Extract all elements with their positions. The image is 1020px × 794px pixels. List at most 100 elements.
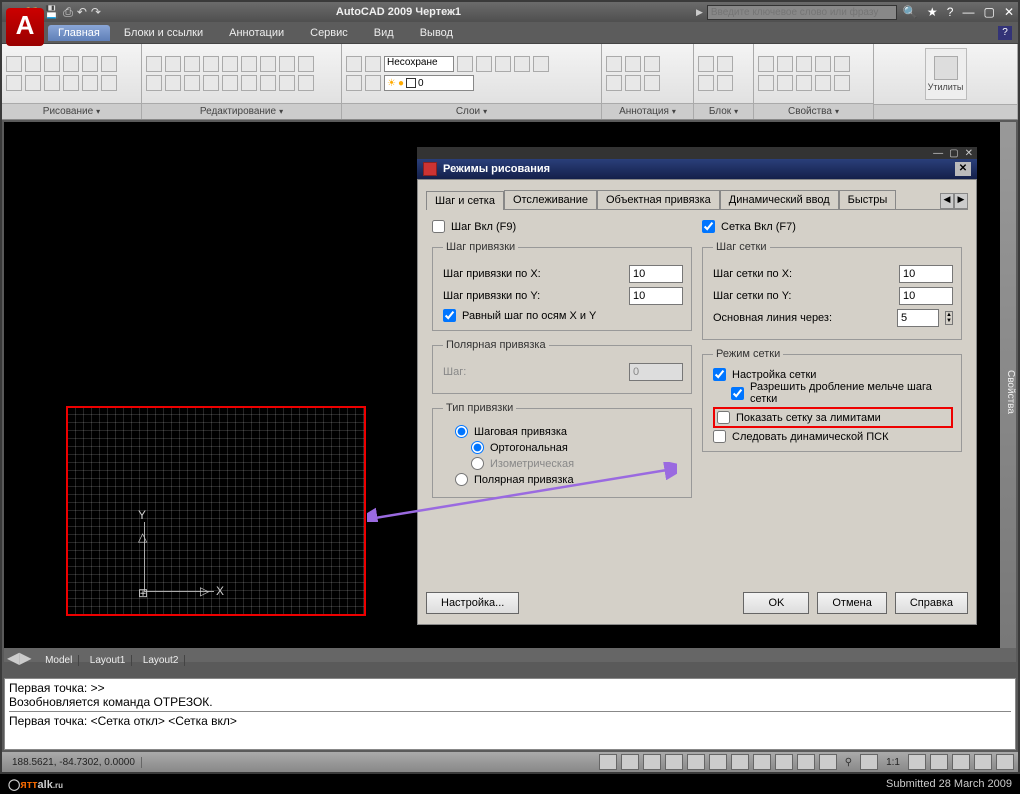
spinner-down-icon[interactable]: ▼ [946, 318, 952, 324]
menu-blocks[interactable]: Блоки и ссылки [112, 25, 215, 41]
tab-quick[interactable]: Быстры [839, 190, 897, 209]
panel-edit[interactable]: Редактирование▾ [142, 103, 341, 119]
dlg-close2-icon[interactable]: ✕ [965, 148, 973, 159]
properties-palette-tab[interactable]: Свойства [1000, 122, 1016, 662]
field-icon[interactable] [644, 75, 660, 91]
match-icon[interactable] [758, 75, 774, 91]
break-icon[interactable] [260, 75, 276, 91]
menu-view[interactable]: Вид [362, 25, 406, 41]
region-icon[interactable] [82, 75, 98, 91]
tab-nav-icon[interactable]: ◀▶ [4, 650, 35, 667]
panel-props[interactable]: Свойства▾ [754, 103, 873, 119]
ortho-toggle-icon[interactable] [643, 754, 661, 770]
hatch-icon[interactable] [25, 75, 41, 91]
tab-snap-grid[interactable]: Шаг и сетка [426, 191, 504, 210]
ellipse-icon[interactable] [6, 75, 22, 91]
ltype-icon[interactable] [796, 56, 812, 72]
copy-icon[interactable] [165, 56, 181, 72]
show-grid-beyond-limits-checkbox[interactable]: Показать сетку за лимитами [717, 411, 949, 424]
prop5-icon[interactable] [834, 75, 850, 91]
layertool2-icon[interactable] [365, 75, 381, 91]
help-search-input[interactable] [707, 5, 897, 20]
dialog-close-icon[interactable]: ✕ [955, 162, 971, 176]
search-icon[interactable]: 🔍 [903, 5, 918, 19]
layermatch-icon[interactable] [514, 56, 530, 72]
redo-icon[interactable]: ↷ [91, 5, 101, 20]
save-icon[interactable]: 💾 [44, 5, 59, 20]
offset-icon[interactable] [222, 75, 238, 91]
tab-scroll-right-icon[interactable]: ▶ [954, 193, 968, 209]
layeriso-icon[interactable] [365, 56, 381, 72]
tab-home[interactable]: Главная [48, 25, 110, 41]
otrack-toggle-icon[interactable] [709, 754, 727, 770]
stretch-icon[interactable] [279, 56, 295, 72]
explode-icon[interactable] [165, 75, 181, 91]
menu-output[interactable]: Вывод [408, 25, 465, 41]
scale-icon[interactable] [260, 56, 276, 72]
grid-x-input[interactable] [899, 265, 953, 283]
model-toggle-icon[interactable] [819, 754, 837, 770]
grid-toggle-icon[interactable] [621, 754, 639, 770]
fillet-icon[interactable] [184, 75, 200, 91]
dlg-max-icon[interactable]: ▢ [949, 148, 958, 159]
join-icon[interactable] [241, 75, 257, 91]
grid-y-input[interactable] [899, 287, 953, 305]
grid-major-input[interactable] [897, 309, 939, 327]
prop3-icon[interactable] [796, 75, 812, 91]
snap-x-input[interactable] [629, 265, 683, 283]
align-icon[interactable] [279, 75, 295, 91]
lweight-icon[interactable] [815, 56, 831, 72]
leader-icon[interactable] [606, 75, 622, 91]
ok-button[interactable]: OK [743, 592, 809, 614]
toolbar-lock-icon[interactable] [952, 754, 970, 770]
tab-track[interactable]: Отслеживание [504, 190, 597, 209]
mtext-icon[interactable] [625, 56, 641, 72]
arc-icon[interactable] [44, 56, 60, 72]
help-icon[interactable]: ? [998, 26, 1012, 40]
scale-readout[interactable]: 1:1 [882, 757, 904, 768]
trim-icon[interactable] [203, 56, 219, 72]
cancel-button[interactable]: Отмена [817, 592, 886, 614]
menu-service[interactable]: Сервис [298, 25, 360, 41]
dlg-min-icon[interactable]: — [933, 148, 943, 159]
polar-toggle-icon[interactable] [665, 754, 683, 770]
table-icon[interactable] [625, 75, 641, 91]
minimize-icon[interactable]: — [962, 5, 974, 19]
color-icon[interactable] [758, 56, 774, 72]
panel-block[interactable]: Блок▾ [694, 103, 753, 119]
grid-on-checkbox[interactable]: Сетка Вкл (F7) [702, 220, 962, 233]
erase-icon[interactable] [146, 75, 162, 91]
layerstate-combo[interactable]: Несохране [384, 56, 454, 72]
snap-toggle-icon[interactable] [599, 754, 617, 770]
layertool-icon[interactable] [346, 75, 362, 91]
equal-xy-checkbox[interactable]: Равный шаг по осям X и Y [443, 309, 683, 322]
annovis-icon[interactable] [908, 754, 926, 770]
tab-osnap[interactable]: Объектная привязка [597, 190, 720, 209]
spline-icon[interactable] [63, 75, 79, 91]
print-icon[interactable]: ⎙ [63, 5, 73, 20]
subdivide-grid-checkbox[interactable]: Разрешить дробление мельче шага сетки [731, 381, 953, 405]
rect-icon[interactable] [82, 56, 98, 72]
snap-on-checkbox[interactable]: Шаг Вкл (F9) [432, 220, 692, 233]
point-icon[interactable] [44, 75, 60, 91]
dim-icon[interactable] [644, 56, 660, 72]
panel-annot[interactable]: Аннотация▾ [602, 103, 693, 119]
layerprop-icon[interactable] [346, 56, 362, 72]
type-step-radio[interactable]: Шаговая привязка [455, 425, 683, 438]
ws-icon[interactable] [930, 754, 948, 770]
layerfreeze-icon[interactable] [457, 56, 473, 72]
maximize-icon[interactable]: ▢ [984, 5, 995, 19]
move-icon[interactable] [146, 56, 162, 72]
line-icon[interactable] [6, 56, 22, 72]
chamfer-icon[interactable] [203, 75, 219, 91]
extend-icon[interactable] [222, 56, 238, 72]
insert-icon[interactable] [698, 56, 714, 72]
hw-accel-icon[interactable] [974, 754, 992, 770]
tab-dyninput[interactable]: Динамический ввод [720, 190, 839, 209]
mirror-icon[interactable] [241, 56, 257, 72]
pline-icon[interactable] [25, 56, 41, 72]
lwt-toggle-icon[interactable] [775, 754, 793, 770]
type-ortho-radio[interactable]: Ортогональная [471, 441, 683, 454]
options-button[interactable]: Настройка... [426, 592, 519, 614]
star-icon[interactable]: ★ [927, 5, 938, 19]
